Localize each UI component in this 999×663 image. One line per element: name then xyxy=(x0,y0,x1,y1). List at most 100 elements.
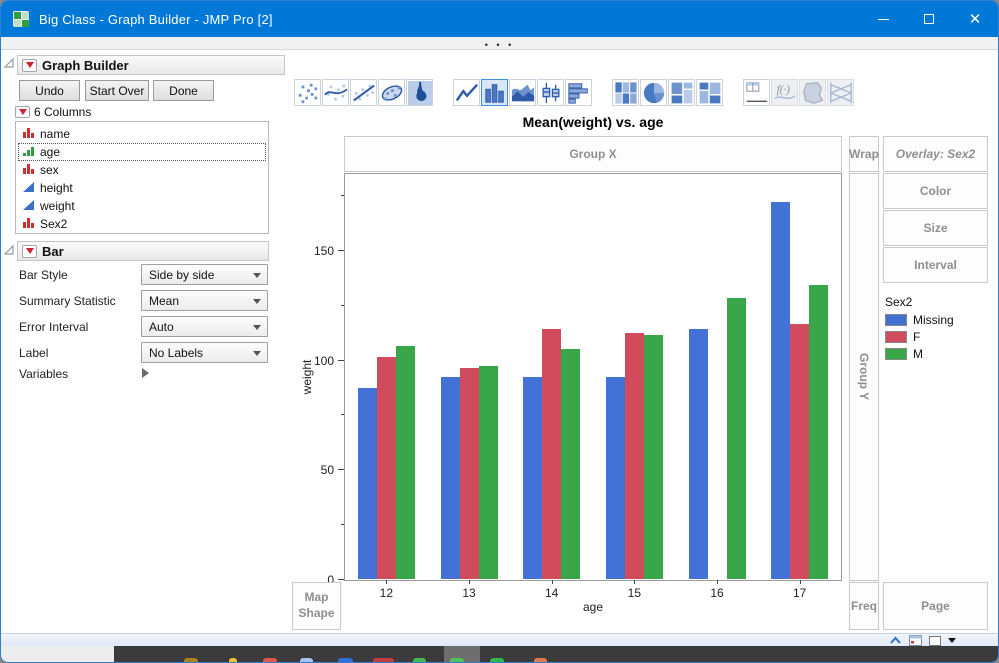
start-over-button[interactable]: Start Over xyxy=(85,80,149,101)
bar-style-dropdown[interactable]: Side by side xyxy=(141,264,268,285)
group-y-dropzone[interactable]: Group Y xyxy=(849,173,879,581)
plot-area[interactable]: 0 50 100 150 12 13 14 15 16 17 xyxy=(314,173,842,600)
collapse-triangle-icon[interactable] xyxy=(3,57,15,69)
freq-dropzone[interactable]: Freq xyxy=(849,582,879,630)
smoother-chart-icon[interactable] xyxy=(322,79,349,106)
page-dropzone[interactable]: Page xyxy=(883,582,988,630)
bar-missing-age-17[interactable] xyxy=(771,201,791,579)
label-dropdown[interactable]: No Labels xyxy=(141,342,268,363)
red-triangle-menu-icon[interactable] xyxy=(22,58,37,72)
taskbar-app-10-icon[interactable] xyxy=(534,658,547,662)
chevron-down-icon xyxy=(253,273,261,278)
area-chart-icon[interactable] xyxy=(509,79,536,106)
contour-chart-icon[interactable] xyxy=(406,79,433,106)
maximize-button[interactable] xyxy=(906,1,952,37)
column-item-weight[interactable]: weight xyxy=(18,197,266,215)
bar-m-age-15[interactable] xyxy=(643,335,663,579)
done-button[interactable]: Done xyxy=(153,80,214,101)
collapse-triangle-icon[interactable] xyxy=(3,244,15,256)
map-shape-dropzone[interactable]: Map Shape xyxy=(292,582,341,630)
histogram-chart-icon[interactable] xyxy=(565,79,592,106)
line-of-fit-chart-icon[interactable] xyxy=(350,79,377,106)
ribbon-overflow-strip[interactable]: • • • xyxy=(1,37,998,50)
group-x-dropzone[interactable]: Group X xyxy=(344,136,842,172)
legend-title: Sex2 xyxy=(885,295,913,309)
variables-expander-icon[interactable] xyxy=(142,368,149,378)
bar-m-age-17[interactable] xyxy=(809,284,829,579)
size-dropzone[interactable]: Size xyxy=(883,210,988,246)
desktop-area xyxy=(1,646,114,662)
wrap-dropzone[interactable]: Wrap xyxy=(849,136,879,172)
bar-m-age-14[interactable] xyxy=(561,348,581,579)
y-axis-tick xyxy=(338,579,344,580)
color-dropzone[interactable]: Color xyxy=(883,173,988,209)
bar-m-age-13[interactable] xyxy=(478,366,498,579)
data-table-icon[interactable] xyxy=(909,635,922,646)
taskbar-app-4-icon[interactable] xyxy=(300,658,313,662)
bar-missing-age-13[interactable] xyxy=(440,377,460,579)
caption-box-chart-icon[interactable] xyxy=(743,79,770,106)
undo-button[interactable]: Undo xyxy=(19,80,80,101)
bar-f-age-17[interactable] xyxy=(790,324,810,579)
mosaic-chart-icon[interactable] xyxy=(696,79,723,106)
bar-chart-icon[interactable] xyxy=(481,79,508,106)
taskbar-app-8-icon[interactable] xyxy=(450,658,464,662)
close-button[interactable]: ✕ xyxy=(952,1,998,37)
minimize-button[interactable] xyxy=(860,1,906,37)
report-title: Graph Builder xyxy=(42,57,129,73)
error-interval-dropdown[interactable]: Auto xyxy=(141,316,268,337)
taskbar-app-7-icon[interactable] xyxy=(413,658,426,662)
taskbar-app-3-icon[interactable] xyxy=(263,658,277,662)
ellipse-chart-icon[interactable] xyxy=(378,79,405,106)
collapse-panel-icon[interactable] xyxy=(889,635,902,646)
bar-missing-age-14[interactable] xyxy=(523,377,543,579)
legend-item-missing[interactable]: Missing xyxy=(885,313,995,327)
legend-swatch xyxy=(885,314,907,326)
column-item-name[interactable]: name xyxy=(18,125,266,143)
column-item-height[interactable]: height xyxy=(18,179,266,197)
column-item-age[interactable]: age xyxy=(18,143,266,161)
graph-builder-header[interactable]: Graph Builder xyxy=(17,55,285,75)
interval-dropzone[interactable]: Interval xyxy=(883,247,988,283)
column-item-sex[interactable]: sex xyxy=(18,161,266,179)
title-bar: Big Class - Graph Builder - JMP Pro [2] … xyxy=(1,1,998,37)
bar-missing-age-15[interactable] xyxy=(605,377,625,579)
line-chart-icon[interactable] xyxy=(453,79,480,106)
bar-style-value: Side by side xyxy=(149,267,215,282)
taskbar-app-6-icon[interactable] xyxy=(373,658,394,662)
pie-chart-icon[interactable] xyxy=(640,79,667,106)
summary-statistic-dropdown[interactable]: Mean xyxy=(141,290,268,311)
taskbar-app-5-icon[interactable] xyxy=(338,658,353,662)
taskbar-app-9-icon[interactable] xyxy=(490,658,504,662)
y-axis-tick xyxy=(338,359,344,361)
y-axis-tick xyxy=(338,249,344,251)
box-plot-chart-icon[interactable] xyxy=(537,79,564,106)
status-menu-arrow-icon[interactable] xyxy=(948,638,956,643)
bar-m-age-12[interactable] xyxy=(395,346,415,579)
bar-f-age-14[interactable] xyxy=(542,328,562,579)
bar-f-age-13[interactable] xyxy=(459,368,479,579)
treemap-chart-icon[interactable] xyxy=(668,79,695,106)
column-item-Sex2[interactable]: Sex2 xyxy=(18,215,266,233)
bar-m-age-16[interactable] xyxy=(726,298,746,579)
legend-item-m[interactable]: M xyxy=(885,347,995,361)
columns-red-triangle-icon[interactable] xyxy=(15,106,30,118)
overlay-dropzone[interactable]: Overlay: Sex2 xyxy=(883,136,988,172)
window-list-box-icon[interactable] xyxy=(929,635,941,646)
y-axis-tick-label: 150 xyxy=(313,243,334,258)
taskbar-app-1-icon[interactable] xyxy=(184,658,198,662)
bar-section-header[interactable]: Bar xyxy=(17,241,269,261)
y-axis-minor-tick xyxy=(341,304,344,306)
nominal-column-icon xyxy=(22,162,35,178)
bar-missing-age-16[interactable] xyxy=(688,328,708,579)
bar-red-triangle-icon[interactable] xyxy=(22,244,37,258)
continuous-column-icon xyxy=(22,180,35,196)
heatmap-chart-icon[interactable] xyxy=(612,79,639,106)
maximize-icon xyxy=(924,14,934,24)
scatter-chart-icon[interactable] xyxy=(294,79,321,106)
bar-f-age-12[interactable] xyxy=(376,357,396,579)
legend-item-f[interactable]: F xyxy=(885,330,995,344)
bar-missing-age-12[interactable] xyxy=(357,388,377,579)
bar-f-age-15[interactable] xyxy=(624,333,644,579)
taskbar-app-2-icon[interactable] xyxy=(229,658,237,662)
